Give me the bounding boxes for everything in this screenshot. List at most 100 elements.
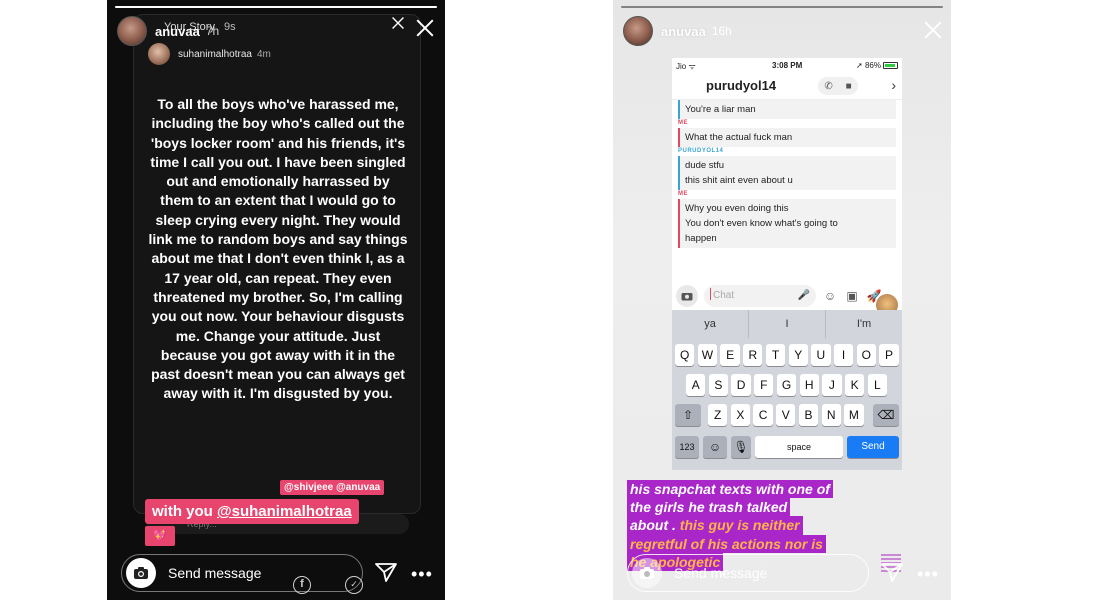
emoji-key: ☺	[703, 436, 727, 458]
more-icon[interactable]: •••	[917, 564, 939, 585]
key: V	[776, 404, 796, 426]
username[interactable]: anuvaa	[661, 24, 706, 39]
mic-icon: 🎤	[797, 290, 810, 301]
with-you-tag[interactable]: with you @suhanimalhotraa	[145, 499, 359, 524]
key: J	[822, 374, 842, 396]
with-prefix: with you	[152, 503, 217, 520]
key: L	[867, 374, 887, 396]
message-sender: PURUDYOL14	[678, 148, 724, 154]
chat-field: Chat 🎤	[704, 285, 816, 307]
key: P	[879, 344, 899, 366]
ios-status-bar: Jio ᯤ 3:08 PM ➚ 86%	[672, 58, 902, 72]
mentions-tag[interactable]: @shivjeee @anuvaa	[280, 480, 385, 495]
message-bubble: You're a liar man	[678, 100, 896, 119]
send-message-bar[interactable]: Send message	[121, 554, 363, 592]
chat-title: purudyol14	[706, 78, 777, 93]
caption-line: about . this guy is neither	[627, 516, 907, 535]
key: I	[833, 344, 854, 366]
keyboard-row-4: 123 ☺ 🎙 space Send	[672, 436, 902, 458]
send-message-input[interactable]: Send message	[168, 565, 261, 581]
key: S	[708, 374, 729, 396]
facebook-icon: f	[293, 576, 311, 594]
message-sender: ME	[678, 120, 688, 126]
key: C	[753, 404, 773, 426]
caption-text: his snapchat texts with one of	[630, 481, 830, 497]
paper-plane-icon[interactable]	[881, 562, 903, 582]
caption-text: this guy is neither	[679, 517, 800, 534]
mention-handle[interactable]: @suhanimalhotraa	[217, 503, 352, 520]
shift-key: ⇧	[675, 404, 701, 426]
more-icon[interactable]: •••	[411, 564, 433, 585]
inner-timestamp: 4m	[256, 48, 271, 60]
caption-line: the girls he trash talked	[627, 498, 907, 517]
keyboard-row-3: ⇧ ⌫ ZXCVBNM	[672, 404, 902, 426]
avatar[interactable]	[623, 16, 653, 46]
backspace-key: ⌫	[873, 404, 899, 426]
send-message-bar[interactable]: Send message	[627, 554, 869, 592]
paper-plane-icon[interactable]	[375, 562, 397, 582]
key: Y	[788, 344, 808, 366]
keyboard-row-2: ASDFGHJKL	[672, 374, 902, 396]
key: O	[856, 344, 876, 366]
carrier-label: Jio ᯤ	[676, 62, 696, 71]
message-sender: ME	[678, 191, 688, 197]
key: D	[731, 374, 751, 396]
camera-icon	[676, 285, 698, 307]
caption-line: his snapchat texts with one of	[627, 480, 907, 499]
camera-icon	[134, 567, 148, 579]
timestamp: 16h	[711, 24, 732, 38]
chevron-right-icon: ›	[891, 77, 896, 93]
message-bubble: What the actual fuck man	[678, 128, 896, 147]
key: G	[776, 374, 797, 396]
story-header-right: anuvaa 16h	[623, 14, 941, 48]
page: Your Story 9s suhanimalhotraa 4m To all …	[0, 0, 1110, 600]
camera-button[interactable]	[126, 558, 156, 588]
shared-story-card[interactable]: Your Story 9s suhanimalhotraa 4m To all …	[133, 14, 421, 514]
avatar[interactable]	[117, 16, 147, 46]
rocket-icon: 🚀	[866, 289, 882, 303]
send-key: Send	[847, 436, 899, 458]
story-progress-bar	[115, 6, 437, 8]
ios-keyboard: ya I I'm QWERTYUIOP ASDFGHJKL ⇧ ⌫ ZXCVBN…	[672, 310, 902, 470]
chat-input-row: Chat 🎤 ☺ ▣ 🚀	[672, 282, 902, 310]
numbers-key: 123	[675, 436, 699, 458]
suggestion: ya	[672, 310, 749, 338]
send-message-input[interactable]: Send message	[674, 565, 767, 581]
keyboard-suggestions: ya I I'm	[672, 310, 902, 338]
key: E	[720, 344, 740, 366]
key: F	[754, 374, 774, 396]
clock: 3:08 PM	[772, 61, 803, 70]
heart-emoji-tag: 💖	[145, 526, 175, 546]
username[interactable]: anuvaa	[155, 24, 200, 39]
key: H	[799, 374, 819, 396]
camera-button[interactable]	[632, 558, 662, 588]
story-progress-fill	[115, 6, 437, 8]
suggestion: I	[749, 310, 826, 338]
key: X	[730, 404, 751, 426]
caption-text: the girls he trash talked	[630, 499, 788, 516]
caption-text: about .	[630, 517, 680, 534]
key: Q	[675, 344, 695, 366]
story-header-left: anuvaa 7h	[117, 14, 435, 48]
story-statement-text: To all the boys who've harassed me, incl…	[148, 96, 408, 402]
sticker-icon: ▣	[846, 289, 858, 303]
story-progress-fill	[621, 6, 943, 8]
caption-text: regretful of his actions nor is	[630, 535, 823, 552]
inner-username: suhanimalhotraa	[178, 48, 252, 60]
key: T	[765, 344, 786, 366]
key: R	[743, 344, 763, 366]
close-icon[interactable]	[415, 18, 435, 38]
message-bubble: dude stfu this shit aint even about u	[678, 156, 896, 190]
key: M	[844, 404, 864, 426]
key: W	[697, 344, 718, 366]
dictation-key: 🎙	[731, 436, 751, 458]
battery-icon	[883, 62, 898, 69]
close-icon[interactable]	[923, 20, 943, 40]
chat-header: purudyol14 ✆ ■ ›	[672, 72, 902, 100]
left-story-viewer[interactable]: Your Story 9s suhanimalhotraa 4m To all …	[107, 0, 445, 600]
key: Z	[708, 404, 728, 426]
right-story-viewer[interactable]: anuvaa 16h Jio ᯤ 3:08 PM ➚ 86% purudyol1…	[613, 0, 951, 600]
timestamp: 7h	[205, 24, 220, 38]
key: A	[686, 374, 706, 396]
smiley-icon: ☺	[823, 289, 837, 303]
